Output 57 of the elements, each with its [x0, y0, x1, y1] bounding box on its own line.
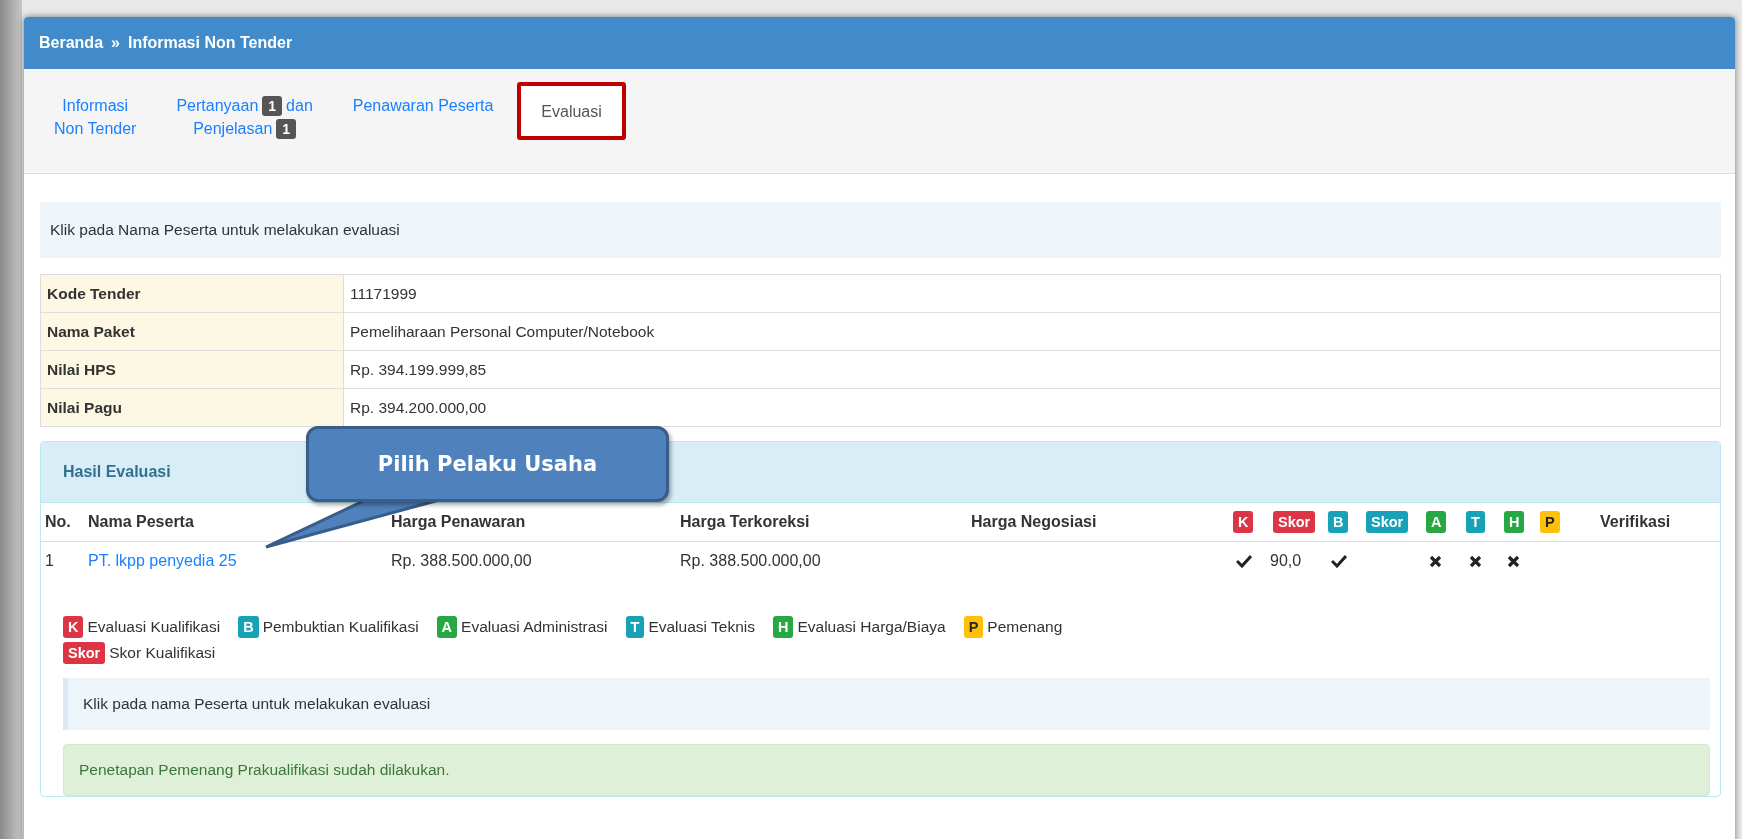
legend-badge: P	[963, 616, 984, 638]
check-icon	[1331, 554, 1347, 568]
table-cell-text: 90,0	[1269, 552, 1303, 570]
legend-label: Evaluasi Harga/Biaya	[797, 618, 946, 636]
detail-value: Pemeliharaan Personal Computer/Notebook	[343, 312, 1721, 351]
cross-icon	[1507, 554, 1520, 568]
detail-label: Nilai HPS	[40, 350, 344, 389]
detail-label: Kode Tender	[40, 274, 344, 313]
column-header: Verifikasi	[1599, 513, 1672, 531]
check-icon	[1236, 554, 1252, 568]
table-cell-text: 1	[44, 552, 55, 570]
table-cell-text: Rp. 388.500.000,00	[390, 552, 533, 570]
column-badge: A	[1426, 511, 1447, 533]
tab[interactable]: Informasi Non Tender	[38, 82, 153, 152]
column-header: Harga Penawaran	[390, 513, 527, 531]
legend-badge: T	[625, 616, 645, 638]
column-badge: T	[1466, 511, 1485, 533]
detail-label: Nama Paket	[40, 312, 344, 351]
legend-badge: B	[238, 616, 259, 638]
tab[interactable]: Penawaran Peserta	[336, 82, 510, 129]
breadcrumb-separator: »	[111, 34, 120, 52]
legend-label: Pemenang	[987, 618, 1063, 636]
column-header: Harga Negosiasi	[970, 513, 1098, 531]
legend-badge: K	[63, 616, 84, 638]
participant-link[interactable]: PT. lkpp penyedia 25	[84, 552, 387, 570]
legend-label: Pembuktian Kualifikasi	[262, 618, 419, 636]
tab[interactable]: Evaluasi	[517, 82, 626, 140]
count-badge: 1	[262, 95, 283, 116]
breadcrumb-current: Informasi Non Tender	[127, 34, 293, 52]
cross-icon	[1429, 554, 1442, 568]
detail-value: 11171999	[343, 274, 1721, 313]
column-header: Nama Peserta	[87, 513, 195, 531]
detail-label: Nilai Pagu	[40, 388, 344, 427]
column-badge: B	[1328, 511, 1349, 533]
breadcrumb-link[interactable]: Beranda	[39, 34, 104, 52]
tab[interactable]: Pertanyaan 1 dan Penjelasan 1	[160, 82, 329, 152]
legend-label: Evaluasi Administrasi	[461, 618, 608, 636]
legend-label: Evaluasi Kualifikasi	[87, 618, 221, 636]
column-badge: H	[1504, 511, 1525, 533]
success-message: Penetapan Pemenang Prakualifikasi sudah dilakukan.	[63, 744, 1710, 796]
column-header: No.	[44, 513, 72, 531]
count-badge: 1	[276, 118, 297, 139]
column-header: Harga Terkoreksi	[679, 513, 811, 531]
legend-badge: A	[436, 616, 458, 638]
legend-label: Evaluasi Teknis	[648, 618, 755, 636]
column-badge: P	[1540, 511, 1560, 533]
legend-badge: H	[772, 616, 794, 638]
legend-label: Skor Kualifikasi	[109, 644, 216, 662]
table-cell-text: Rp. 388.500.000,00	[679, 552, 822, 570]
info-message: Klik pada nama Peserta untuk melakukan evaluasi	[63, 678, 1710, 730]
legend-badge: Skor	[63, 642, 106, 664]
cross-icon	[1469, 554, 1482, 568]
detail-value: Rp. 394.199.999,85	[343, 350, 1721, 389]
column-badge: Skor	[1366, 511, 1409, 533]
column-badge: Skor	[1273, 511, 1316, 533]
column-badge: K	[1233, 511, 1254, 533]
info-message: Klik pada Nama Peserta untuk melakukan evaluasi	[40, 202, 1721, 258]
